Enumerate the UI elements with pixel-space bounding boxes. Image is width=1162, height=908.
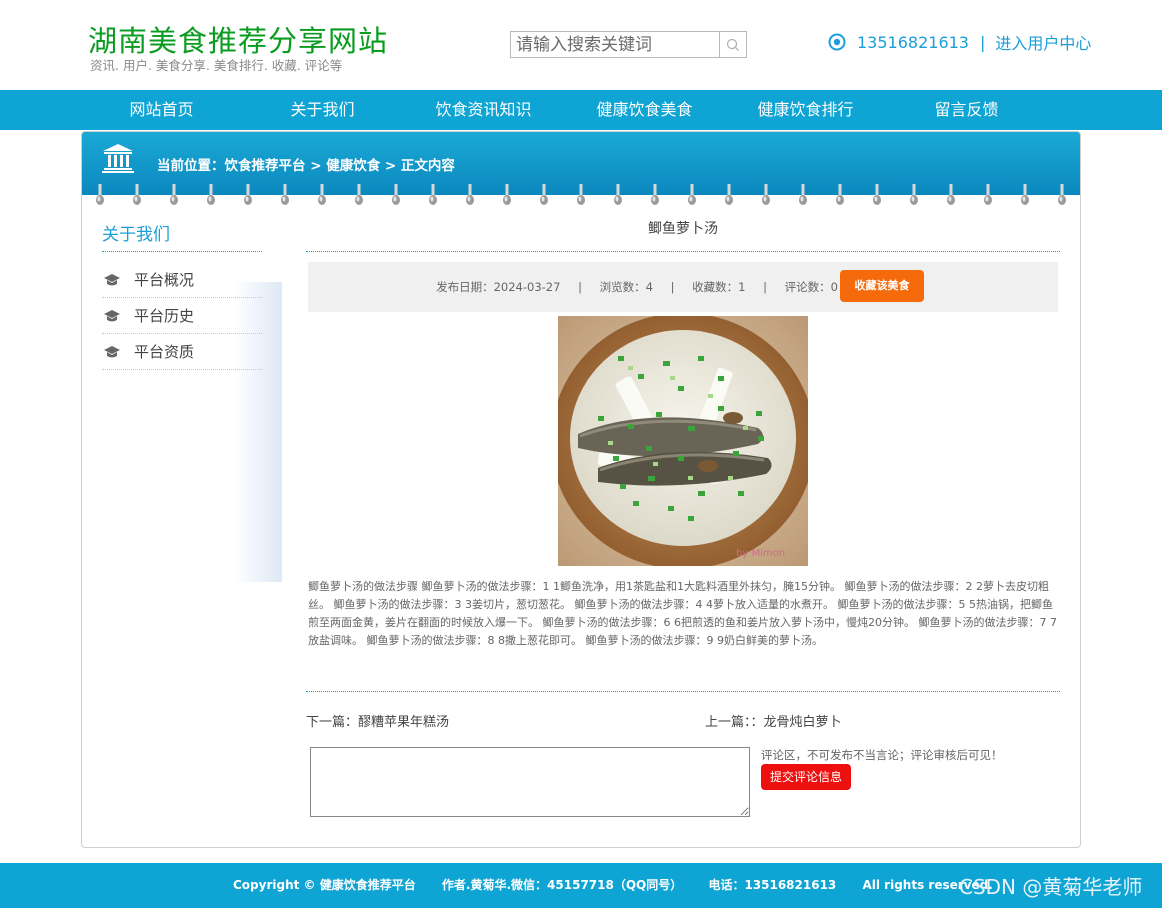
binder-ring	[503, 184, 511, 205]
binder-ring	[133, 184, 141, 205]
footer-copyright: Copyright © 健康饮食推荐平台	[233, 878, 416, 892]
bank-building-icon	[102, 144, 134, 173]
article-divider	[306, 691, 1060, 692]
search-input[interactable]	[511, 32, 721, 57]
content-panel: 当前位置：饮食推荐平台 > 健康饮食 > 正文内容 关于我们 平台概况 平台历史	[81, 131, 1081, 848]
nav-item-about[interactable]: 关于我们	[242, 90, 403, 130]
binder-ring	[207, 184, 215, 205]
header-separator: |	[979, 32, 986, 52]
location-icon	[828, 33, 846, 51]
binder-ring	[614, 184, 622, 205]
user-center-link[interactable]: 进入用户中心	[995, 30, 1091, 54]
sidebar-item-qualification[interactable]: 平台资质	[102, 334, 262, 370]
binder-ring	[540, 184, 548, 205]
binder-ring	[873, 184, 881, 205]
nav-item-feedback[interactable]: 留言反馈	[886, 90, 1047, 130]
binder-ring	[984, 184, 992, 205]
contact-area: 13516821613 | 进入用户中心	[828, 31, 1091, 53]
footer-text: Copyright © 健康饮食推荐平台 作者.黄菊华.微信：45157718（…	[233, 863, 1015, 908]
publish-date: 发布日期：2024-03-27	[436, 280, 561, 294]
binder-ring	[466, 184, 474, 205]
binder-ring	[244, 184, 252, 205]
binder-ring	[947, 184, 955, 205]
article-meta: 发布日期：2024-03-27 | 浏览数：4 | 收藏数：1 | 评论数：0 …	[308, 262, 1058, 312]
nav-item-home[interactable]: 网站首页	[81, 90, 242, 130]
site-subtitle: 资讯. 用户. 美食分享. 美食排行. 收藏. 评论等	[90, 58, 343, 73]
binder-ring	[725, 184, 733, 205]
meta-separator: |	[763, 280, 768, 294]
footer-phone: 电话：13516821613	[708, 878, 837, 892]
search-button[interactable]	[719, 32, 746, 57]
binder-ring	[429, 184, 437, 205]
photo-watermark: by Mimon	[736, 548, 785, 559]
binder-ring	[96, 184, 104, 205]
submit-comment-button[interactable]: 提交评论信息	[761, 764, 851, 790]
sidebar-divider	[102, 251, 262, 252]
sidebar-item-history[interactable]: 平台历史	[102, 298, 262, 334]
binder-ring	[1058, 184, 1066, 205]
favorite-button[interactable]: 收藏该美食	[840, 270, 924, 302]
main-nav: 网站首页 关于我们 饮食资讯知识 健康饮食美食 健康饮食排行 留言反馈	[0, 90, 1162, 130]
graduation-cap-icon	[104, 309, 120, 321]
sidebar-item-label: 平台资质	[134, 343, 195, 361]
nav-item-news[interactable]: 饮食资讯知识	[403, 90, 564, 130]
article-body: 鲫鱼萝卜汤的做法步骤 鲫鱼萝卜汤的做法步骤：1 1鲫鱼洗净，用1茶匙盐和1大匙料…	[308, 580, 1057, 647]
meta-separator: |	[578, 280, 582, 294]
binder-ring	[651, 184, 659, 205]
sidebar-item-overview[interactable]: 平台概况	[102, 262, 262, 298]
nav-item-ranking[interactable]: 健康饮食排行	[725, 90, 886, 130]
binder-ring	[1021, 184, 1029, 205]
binder-ring	[577, 184, 585, 205]
binder-ring	[318, 184, 326, 205]
binder-ring	[688, 184, 696, 205]
article-meta-text: 发布日期：2024-03-27 | 浏览数：4 | 收藏数：1 | 评论数：0	[308, 262, 838, 312]
binder-ring	[281, 184, 289, 205]
graduation-cap-icon	[104, 345, 120, 357]
sidebar-menu: 平台概况 平台历史 平台资质	[102, 262, 262, 370]
page: 湖南美食推荐分享网站 资讯. 用户. 美食分享. 美食排行. 收藏. 评论等 1…	[0, 0, 1162, 908]
search-icon	[726, 38, 739, 51]
nav-item-food[interactable]: 健康饮食美食	[564, 90, 725, 130]
site-title: 湖南美食推荐分享网站	[88, 24, 389, 58]
binder-ring	[799, 184, 807, 205]
binder-ring	[836, 184, 844, 205]
footer-author: 作者.黄菊华.微信：45157718（QQ同号）	[441, 878, 683, 892]
binder-ring	[392, 184, 400, 205]
article-divider	[306, 251, 1060, 252]
comment-input[interactable]	[310, 747, 750, 817]
header-phone: 13516821613	[857, 32, 969, 52]
food-photo: by Mimon	[558, 316, 808, 566]
sidebar-title: 关于我们	[102, 225, 170, 245]
binder-ring	[762, 184, 770, 205]
binder-ring	[355, 184, 363, 205]
fish-soup-image: by Mimon	[558, 316, 808, 566]
view-count: 浏览数：4	[599, 280, 653, 294]
prev-article-link[interactable]: 上一篇：：龙骨炖白萝卜	[705, 711, 842, 730]
next-article-link[interactable]: 下一篇：醪糟苹果年糕汤	[306, 711, 449, 730]
meta-separator: |	[670, 280, 675, 294]
graduation-cap-icon	[104, 273, 120, 285]
article-title: 鲫鱼萝卜汤	[648, 221, 718, 237]
comment-count: 评论数：0	[784, 280, 838, 294]
favorite-count: 收藏数：1	[692, 280, 746, 294]
comment-notice: 评论区，不可发布不当言论；评论审核后可见！	[761, 748, 1003, 762]
search-box	[510, 31, 747, 58]
binder-ring	[910, 184, 918, 205]
sidebar-item-label: 平台历史	[134, 307, 195, 325]
breadcrumb: 当前位置：饮食推荐平台 > 健康饮食 > 正文内容	[157, 158, 455, 174]
binder-ring	[170, 184, 178, 205]
csdn-watermark: CSDN @黄菊华老师	[959, 875, 1143, 899]
sidebar-item-label: 平台概况	[134, 271, 195, 289]
ring-binder-icon	[96, 184, 1066, 205]
